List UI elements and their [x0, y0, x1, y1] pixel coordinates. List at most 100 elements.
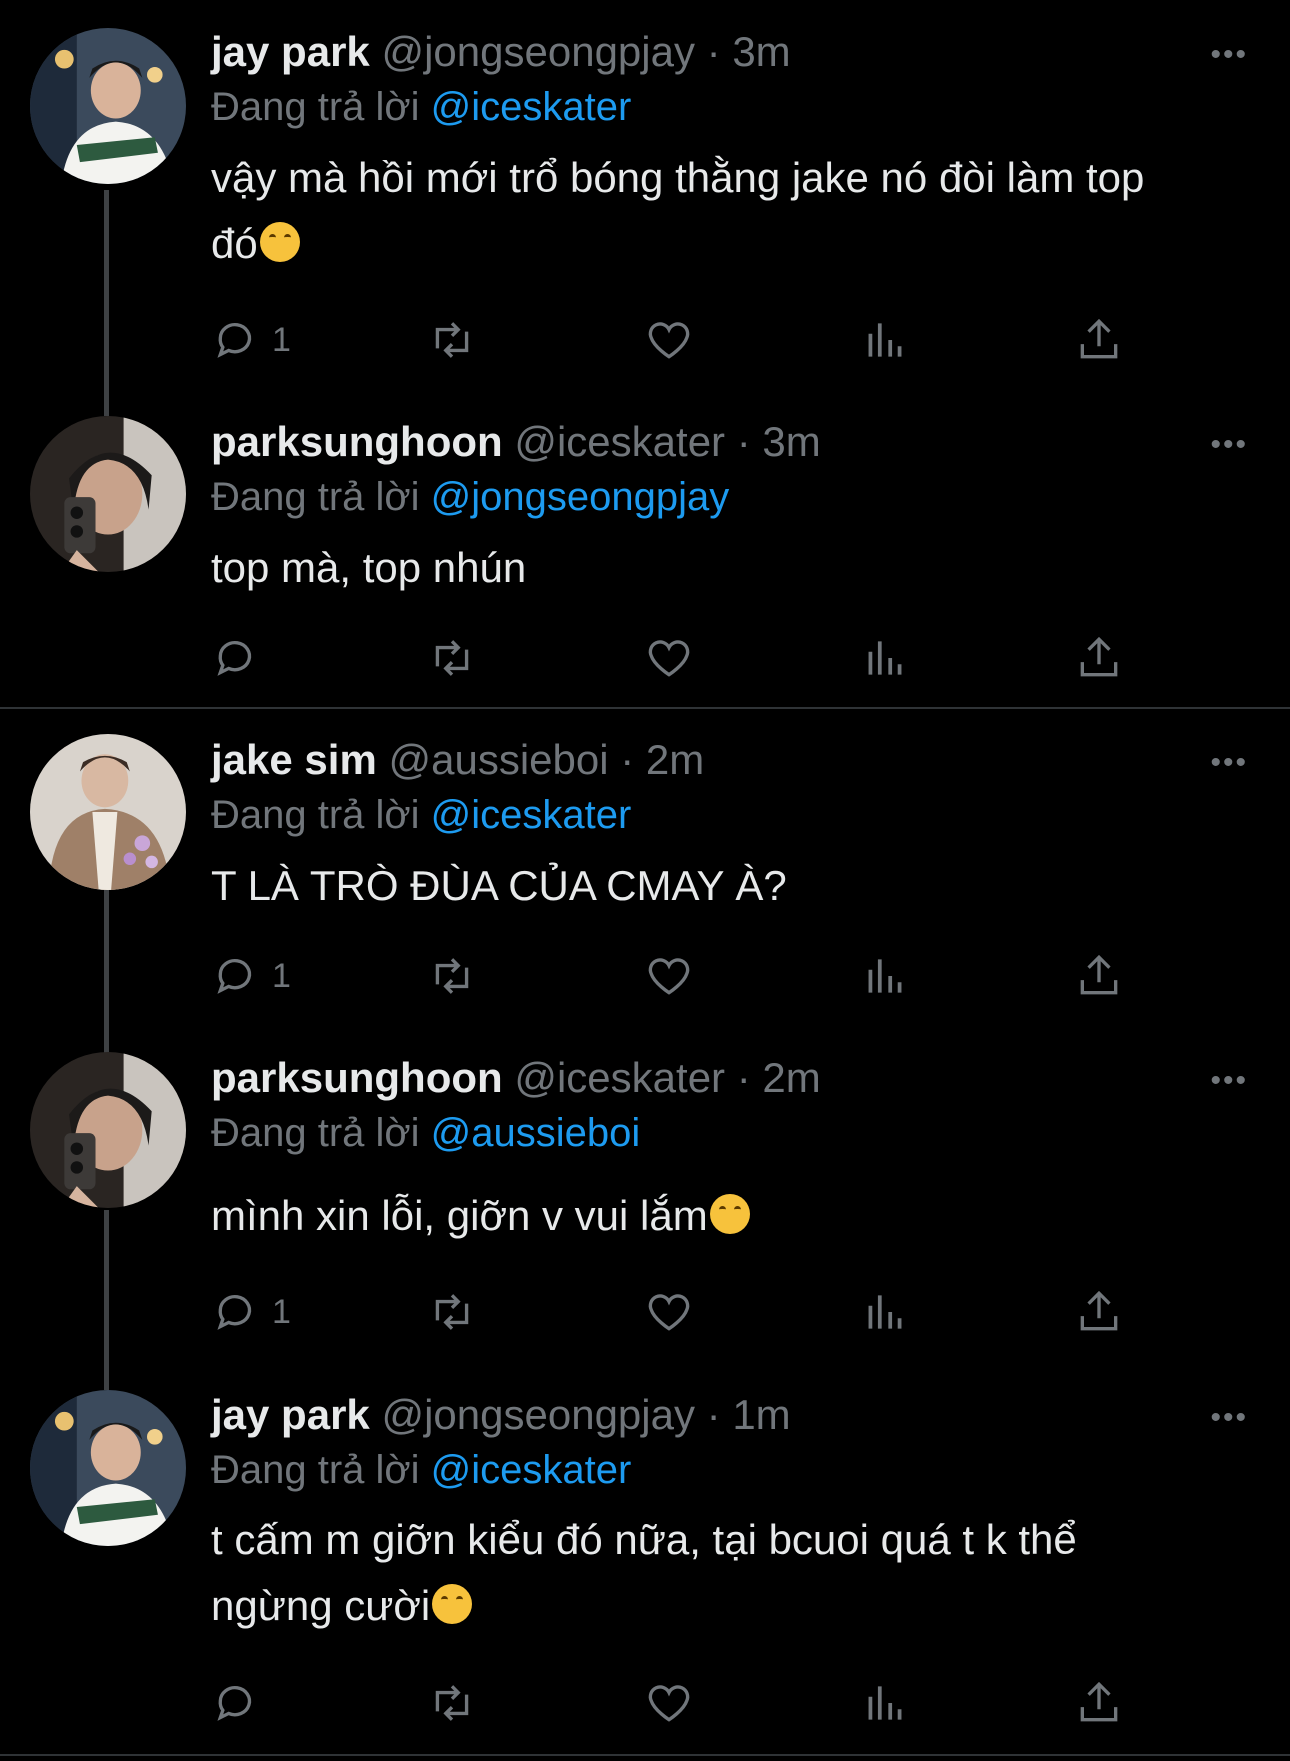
user-handle[interactable]: @iceskater [514, 418, 725, 465]
display-name[interactable]: jake sim [211, 736, 377, 783]
share-button[interactable] [1074, 1675, 1124, 1731]
display-name[interactable]: jay park [211, 28, 370, 75]
like-icon [648, 958, 690, 995]
tweet-header: parksunghoon @iceskater · 2m [211, 1051, 821, 1105]
tweet-text-line: mình xin lỗi, giỡn v vui lắm [211, 1183, 1261, 1249]
timestamp[interactable]: 3m [732, 28, 790, 75]
retweet-icon [435, 1294, 469, 1330]
share-icon [1080, 318, 1118, 359]
display-name[interactable]: parksunghoon [211, 418, 503, 465]
reply-mention[interactable]: @jongseongpjay [431, 475, 730, 519]
user-handle[interactable]: @aussieboi [388, 736, 608, 783]
reply-prefix: Đang trả lời [211, 85, 420, 129]
reply-mention[interactable]: @aussieboi [431, 1111, 641, 1155]
retweet-icon [435, 322, 469, 358]
reply-button[interactable]: 1 [212, 312, 291, 368]
views-button[interactable] [860, 630, 910, 686]
tweet-text-line: vậy mà hồi mới trổ bóng thằng jake nó đò… [211, 154, 1145, 201]
separator-dot: · [706, 28, 721, 75]
tweet-text-line: ngừng cười [211, 1573, 1261, 1639]
like-button[interactable] [644, 1284, 694, 1340]
views-button[interactable] [860, 1675, 910, 1731]
reply-mention[interactable]: @iceskater [431, 1448, 632, 1492]
share-icon [1080, 636, 1118, 677]
reply-context: Đang trả lời @iceskater [211, 788, 631, 842]
display-name[interactable]: jay park [211, 1391, 370, 1438]
share-button[interactable] [1074, 630, 1124, 686]
user-handle[interactable]: @iceskater [514, 1054, 725, 1101]
reply-button[interactable]: 1 [212, 948, 291, 1004]
reply-button[interactable]: 1 [212, 1284, 291, 1340]
reply-count: 1 [272, 320, 291, 359]
user-handle[interactable]: @jongseongpjay [381, 28, 695, 75]
like-button[interactable] [644, 312, 694, 368]
avatar[interactable] [30, 416, 186, 572]
avatar[interactable] [30, 1052, 186, 1208]
more-icon[interactable]: ••• [1210, 38, 1248, 72]
retweet-icon [435, 958, 469, 994]
tweet-text: vậy mà hồi mới trổ bóng thằng jake nó đò… [211, 145, 1261, 277]
views-icon [868, 641, 902, 675]
reply-context: Đang trả lời @aussieboi [211, 1106, 640, 1160]
reply-mention[interactable]: @iceskater [431, 85, 632, 129]
share-button[interactable] [1074, 312, 1124, 368]
retweet-button[interactable] [427, 630, 477, 686]
reply-mention[interactable]: @iceskater [431, 793, 632, 837]
views-button[interactable] [860, 312, 910, 368]
avatar[interactable] [30, 734, 186, 890]
tweet-text: top mà, top nhún [211, 535, 1261, 601]
reply-context: Đang trả lời @jongseongpjay [211, 470, 729, 524]
reply-icon [217, 958, 252, 994]
share-icon [1080, 1681, 1118, 1722]
like-button[interactable] [644, 948, 694, 1004]
separator-dot: · [620, 736, 635, 783]
thread-connector [104, 190, 109, 416]
views-button[interactable] [860, 948, 910, 1004]
more-icon[interactable]: ••• [1210, 428, 1248, 462]
like-button[interactable] [644, 630, 694, 686]
views-icon [868, 1686, 902, 1720]
display-name[interactable]: parksunghoon [211, 1054, 503, 1101]
tweet-text-line: đó [211, 211, 1261, 277]
reply-context: Đang trả lời @iceskater [211, 80, 631, 134]
avatar[interactable] [30, 1390, 186, 1546]
timestamp[interactable]: 1m [732, 1391, 790, 1438]
like-icon [648, 640, 690, 677]
reply-icon [217, 1685, 252, 1721]
tweet-text: mình xin lỗi, giỡn v vui lắm [211, 1183, 1261, 1249]
retweet-button[interactable] [427, 1675, 477, 1731]
tweet-header: jay park @jongseongpjay · 1m [211, 1388, 791, 1442]
more-icon[interactable]: ••• [1210, 1064, 1248, 1098]
separator-dot: · [736, 1054, 751, 1101]
action-bar [0, 1675, 1290, 1731]
action-bar: 1 [0, 312, 1290, 368]
tweet-text-line: top mà, top nhún [211, 544, 527, 591]
reply-context: Đang trả lời @iceskater [211, 1443, 631, 1497]
more-icon[interactable]: ••• [1210, 1401, 1248, 1435]
loudly-crying-face-icon [432, 1584, 473, 1624]
like-button[interactable] [644, 1675, 694, 1731]
timestamp[interactable]: 2m [762, 1054, 820, 1101]
more-icon[interactable]: ••• [1210, 746, 1248, 780]
timestamp[interactable]: 2m [646, 736, 704, 783]
retweet-button[interactable] [427, 1284, 477, 1340]
retweet-button[interactable] [427, 312, 477, 368]
share-button[interactable] [1074, 1284, 1124, 1340]
reply-prefix: Đang trả lời [211, 793, 420, 837]
views-button[interactable] [860, 1284, 910, 1340]
reply-icon [217, 322, 252, 358]
action-bar: 1 [0, 1284, 1290, 1340]
retweet-icon [435, 1685, 469, 1721]
tweet-text-line: t cấm m giỡn kiểu đó nữa, tại bcuoi quá … [211, 1516, 1077, 1563]
separator-dot: · [736, 418, 751, 465]
tweet-header: jake sim @aussieboi · 2m [211, 733, 704, 787]
reply-button[interactable] [212, 1675, 262, 1731]
reply-button[interactable] [212, 630, 262, 686]
user-handle[interactable]: @jongseongpjay [381, 1391, 695, 1438]
avatar[interactable] [30, 28, 186, 184]
thread-separator [0, 707, 1290, 709]
tweet-header: jay park @jongseongpjay · 3m [211, 25, 791, 79]
retweet-button[interactable] [427, 948, 477, 1004]
share-button[interactable] [1074, 948, 1124, 1004]
timestamp[interactable]: 3m [762, 418, 820, 465]
